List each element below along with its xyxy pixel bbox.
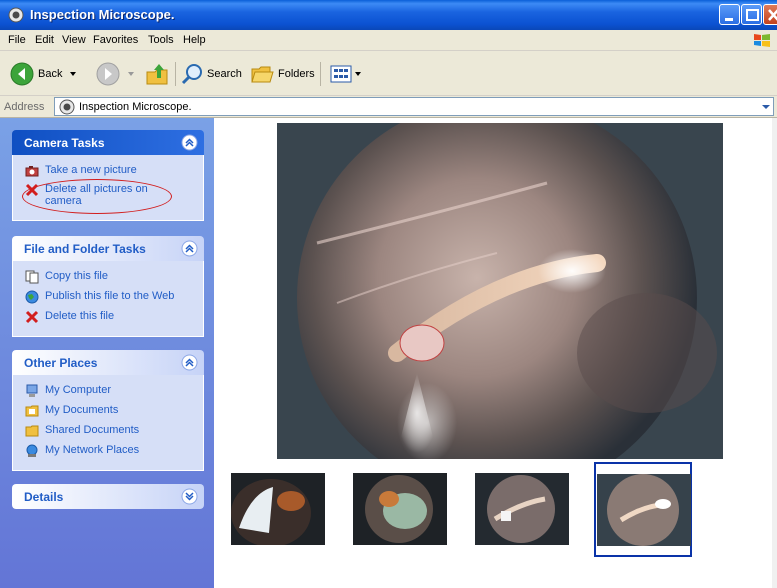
- title-bar: Inspection Microscope.: [0, 0, 777, 30]
- microscope-image: [277, 123, 723, 459]
- thumbnail[interactable]: [231, 473, 325, 545]
- menu-help[interactable]: Help: [183, 34, 206, 46]
- take-new-picture-link[interactable]: Take a new picture: [25, 164, 137, 178]
- annotation-ellipse: [22, 179, 172, 214]
- my-network-places-link[interactable]: My Network Places: [25, 444, 139, 458]
- other-places-panel: Other Places My Computer My Documents Sh…: [12, 350, 204, 471]
- copy-file-link[interactable]: Copy this file: [25, 270, 108, 284]
- camera-icon: [8, 7, 24, 23]
- thumbnail-image: [353, 473, 447, 545]
- task-label: My Documents: [45, 404, 119, 416]
- task-label: Delete this file: [45, 310, 115, 322]
- content-area: [214, 118, 777, 588]
- selected-thumbnail-frame[interactable]: [594, 462, 692, 557]
- file-folder-tasks-body: Copy this file Publish this file to the …: [12, 261, 204, 337]
- menu-bar: File Edit View Favorites Tools Help: [0, 30, 777, 51]
- other-places-body: My Computer My Documents Shared Document…: [12, 375, 204, 471]
- delete-x-icon: [25, 310, 39, 324]
- network-icon: [26, 444, 38, 457]
- search-icon: [181, 64, 202, 85]
- collapse-icon[interactable]: [181, 134, 198, 151]
- shared-documents-link[interactable]: Shared Documents: [25, 424, 139, 438]
- address-value: Inspection Microscope.: [79, 101, 192, 113]
- address-field[interactable]: Inspection Microscope.: [54, 97, 774, 116]
- delete-file-link[interactable]: Delete this file: [25, 310, 114, 324]
- collapse-icon[interactable]: [181, 354, 198, 371]
- thumbnail-image: [475, 473, 569, 545]
- other-places-header[interactable]: Other Places: [12, 350, 204, 375]
- address-label: Address: [4, 101, 45, 113]
- menu-view[interactable]: View: [62, 34, 86, 46]
- details-panel: Details: [12, 484, 204, 509]
- close-button[interactable]: [763, 4, 777, 25]
- up-folder-button[interactable]: [145, 60, 169, 88]
- toolbar-separator: [320, 62, 321, 86]
- task-label: Shared Documents: [45, 424, 140, 436]
- views-icon: [330, 65, 352, 83]
- thumbnail[interactable]: [475, 473, 569, 545]
- menu-file[interactable]: File: [8, 34, 26, 46]
- folders-label: Folders: [278, 68, 315, 80]
- task-label: My Computer: [45, 384, 112, 396]
- computer-icon: [26, 384, 38, 397]
- window-title: Inspection Microscope.: [30, 7, 175, 22]
- search-label: Search: [207, 68, 242, 80]
- windows-logo-icon: [754, 34, 770, 47]
- folder-icon: [25, 425, 39, 437]
- menu-favorites[interactable]: Favorites: [93, 34, 138, 46]
- toolbar: Back Search Folders: [0, 51, 777, 96]
- maximize-button[interactable]: [741, 4, 762, 25]
- task-label: Copy this file: [45, 270, 108, 282]
- task-label: Publish this file to the Web: [45, 290, 175, 302]
- panel-title: Details: [24, 490, 64, 504]
- vertical-scrollbar[interactable]: [772, 118, 777, 588]
- camera-icon: [59, 99, 75, 115]
- task-label: Take a new picture: [45, 164, 137, 176]
- panel-title: Other Places: [24, 356, 98, 370]
- globe-icon: [25, 290, 39, 304]
- thumbnail-selected[interactable]: [597, 474, 691, 546]
- back-button[interactable]: Back: [10, 60, 78, 88]
- expand-icon[interactable]: [181, 488, 198, 505]
- back-arrow-icon: [10, 62, 34, 86]
- thumbnail-image: [231, 473, 325, 545]
- details-header[interactable]: Details: [12, 484, 204, 509]
- camera-tasks-header[interactable]: Camera Tasks: [12, 130, 204, 155]
- chevron-down-icon: [128, 72, 134, 76]
- menu-tools[interactable]: Tools: [148, 34, 174, 46]
- collapse-icon[interactable]: [181, 240, 198, 257]
- minimize-button[interactable]: [719, 4, 740, 25]
- my-computer-link[interactable]: My Computer: [25, 384, 111, 398]
- chevron-down-icon: [70, 72, 77, 76]
- camera-icon: [25, 166, 39, 177]
- chevron-down-icon[interactable]: [759, 98, 773, 115]
- toolbar-separator: [175, 62, 176, 86]
- file-folder-tasks-panel: File and Folder Tasks Copy this file Pub…: [12, 236, 204, 337]
- documents-folder-icon: [25, 405, 39, 417]
- thumbnail[interactable]: [353, 473, 447, 545]
- menu-edit[interactable]: Edit: [35, 34, 54, 46]
- forward-arrow-icon: [96, 62, 120, 86]
- task-label: My Network Places: [45, 444, 140, 456]
- address-bar: Address Inspection Microscope.: [0, 96, 777, 118]
- folders-icon: [251, 66, 274, 83]
- my-documents-link[interactable]: My Documents: [25, 404, 118, 418]
- up-folder-icon: [146, 64, 168, 85]
- folders-button[interactable]: Folders: [250, 60, 315, 88]
- thumbnail-image: [597, 474, 691, 546]
- forward-button[interactable]: [96, 60, 136, 88]
- panel-title: File and Folder Tasks: [24, 242, 146, 256]
- main-preview-image: [277, 123, 723, 459]
- publish-web-link[interactable]: Publish this file to the Web: [25, 290, 174, 304]
- search-button[interactable]: Search: [181, 60, 242, 88]
- panel-title: Camera Tasks: [24, 136, 105, 150]
- file-folder-tasks-header[interactable]: File and Folder Tasks: [12, 236, 204, 261]
- back-label: Back: [38, 68, 63, 80]
- chevron-down-icon: [355, 72, 361, 76]
- views-button[interactable]: [330, 60, 362, 88]
- copy-icon: [25, 270, 39, 284]
